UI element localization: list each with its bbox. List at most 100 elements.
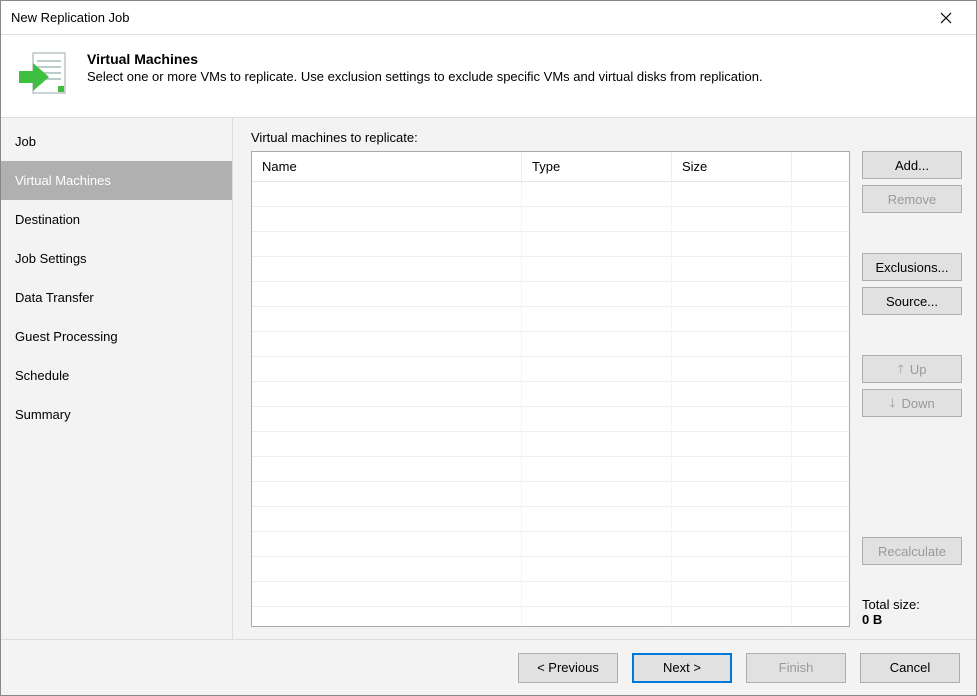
table-cell <box>792 582 849 606</box>
table-cell <box>252 257 522 281</box>
total-size: Total size: 0 B <box>862 597 962 627</box>
table-cell <box>522 282 672 306</box>
sidebar-item-data-transfer[interactable]: Data Transfer <box>1 278 232 317</box>
table-cell <box>252 307 522 331</box>
table-cell <box>522 382 672 406</box>
down-button-label: Down <box>902 396 935 411</box>
table-cell <box>792 482 849 506</box>
table-cell <box>672 507 792 531</box>
add-button[interactable]: Add... <box>862 151 962 179</box>
up-button[interactable]: 🡑 Up <box>862 355 962 383</box>
table-header: Name Type Size <box>252 152 849 182</box>
table-row[interactable] <box>252 357 849 382</box>
table-row[interactable] <box>252 282 849 307</box>
table-cell <box>792 307 849 331</box>
table-cell <box>792 607 849 626</box>
titlebar: New Replication Job <box>1 1 976 35</box>
table-cell <box>252 532 522 556</box>
next-button[interactable]: Next > <box>632 653 732 683</box>
table-cell <box>252 382 522 406</box>
previous-button[interactable]: < Previous <box>518 653 618 683</box>
table-cell <box>672 407 792 431</box>
table-row[interactable] <box>252 407 849 432</box>
table-cell <box>672 282 792 306</box>
table-row[interactable] <box>252 432 849 457</box>
table-cell <box>252 282 522 306</box>
down-button[interactable]: 🡓 Down <box>862 389 962 417</box>
table-row[interactable] <box>252 232 849 257</box>
sidebar-item-summary[interactable]: Summary <box>1 395 232 434</box>
remove-button[interactable]: Remove <box>862 185 962 213</box>
exclusions-button[interactable]: Exclusions... <box>862 253 962 281</box>
sidebar-item-job[interactable]: Job <box>1 122 232 161</box>
table-cell <box>522 332 672 356</box>
sidebar-item-virtual-machines[interactable]: Virtual Machines <box>1 161 232 200</box>
table-row[interactable] <box>252 382 849 407</box>
vm-table: Name Type Size <box>251 151 850 627</box>
sidebar-item-guest-processing[interactable]: Guest Processing <box>1 317 232 356</box>
table-cell <box>792 257 849 281</box>
table-cell <box>252 182 522 206</box>
table-cell <box>522 207 672 231</box>
table-row[interactable] <box>252 607 849 626</box>
sidebar-item-job-settings[interactable]: Job Settings <box>1 239 232 278</box>
table-row[interactable] <box>252 557 849 582</box>
table-row[interactable] <box>252 457 849 482</box>
table-cell <box>252 582 522 606</box>
table-cell <box>792 432 849 456</box>
column-header-type[interactable]: Type <box>522 152 672 181</box>
table-cell <box>672 457 792 481</box>
wizard-footer: < Previous Next > Finish Cancel <box>1 639 976 695</box>
close-button[interactable] <box>926 3 966 33</box>
wizard-subtitle: Select one or more VMs to replicate. Use… <box>87 69 763 84</box>
finish-button[interactable]: Finish <box>746 653 846 683</box>
table-cell <box>672 357 792 381</box>
wizard-title: Virtual Machines <box>87 51 763 67</box>
table-cell <box>252 407 522 431</box>
cancel-button[interactable]: Cancel <box>860 653 960 683</box>
table-cell <box>792 182 849 206</box>
sidebar-item-destination[interactable]: Destination <box>1 200 232 239</box>
table-cell <box>522 482 672 506</box>
table-cell <box>522 232 672 256</box>
table-cell <box>522 507 672 531</box>
cancel-button-label: Cancel <box>890 660 930 675</box>
table-cell <box>522 432 672 456</box>
table-cell <box>672 557 792 581</box>
table-cell <box>792 457 849 481</box>
table-body[interactable] <box>252 182 849 626</box>
exclusions-button-label: Exclusions... <box>876 260 949 275</box>
table-cell <box>252 482 522 506</box>
table-cell <box>672 207 792 231</box>
table-cell <box>672 232 792 256</box>
table-cell <box>252 507 522 531</box>
wizard-header-text: Virtual Machines Select one or more VMs … <box>87 49 763 84</box>
table-row[interactable] <box>252 182 849 207</box>
table-cell <box>792 232 849 256</box>
table-row[interactable] <box>252 207 849 232</box>
table-cell <box>672 582 792 606</box>
table-cell <box>252 207 522 231</box>
table-cell <box>252 457 522 481</box>
source-button[interactable]: Source... <box>862 287 962 315</box>
table-row[interactable] <box>252 507 849 532</box>
table-row[interactable] <box>252 482 849 507</box>
table-cell <box>792 207 849 231</box>
table-row[interactable] <box>252 582 849 607</box>
table-cell <box>672 332 792 356</box>
table-row[interactable] <box>252 307 849 332</box>
remove-button-label: Remove <box>888 192 936 207</box>
table-cell <box>522 457 672 481</box>
table-cell <box>792 357 849 381</box>
table-row[interactable] <box>252 532 849 557</box>
table-row[interactable] <box>252 332 849 357</box>
table-cell <box>522 582 672 606</box>
sidebar-item-schedule[interactable]: Schedule <box>1 356 232 395</box>
column-header-name[interactable]: Name <box>252 152 522 181</box>
recalculate-button[interactable]: Recalculate <box>862 537 962 565</box>
table-cell <box>792 532 849 556</box>
table-cell <box>672 432 792 456</box>
table-row[interactable] <box>252 257 849 282</box>
column-header-size[interactable]: Size <box>672 152 792 181</box>
total-size-label: Total size: <box>862 597 962 612</box>
